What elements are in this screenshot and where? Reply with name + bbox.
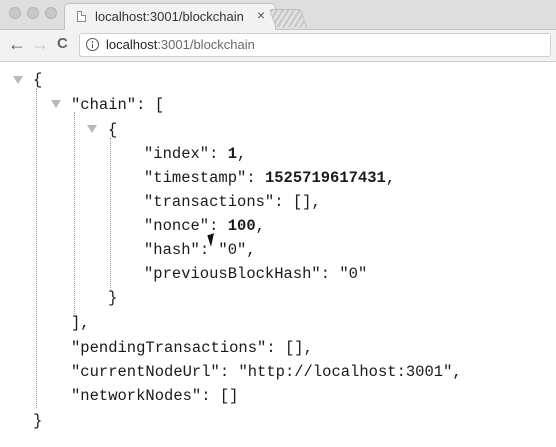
close-window-icon[interactable] <box>9 7 21 19</box>
minimize-window-icon[interactable] <box>27 7 39 19</box>
json-transactions-line: "transactions": [], <box>144 193 321 211</box>
value-current-node-url: "http://localhost:3001" <box>238 363 453 381</box>
json-viewer: { "chain": [ { "index": 1, "timestamp": … <box>0 62 556 447</box>
url-path: :3001/blockchain <box>157 37 255 52</box>
json-previous-hash-line: "previousBlockHash": "0" <box>144 265 368 283</box>
json-block-close: } <box>108 289 118 307</box>
key-timestamp: "timestamp" <box>144 169 247 187</box>
toolbar: ← → C localhost:3001/blockchain <box>0 30 556 62</box>
key-index: "index" <box>144 145 210 163</box>
triangle-down-icon[interactable] <box>51 100 61 108</box>
key-chain: "chain" <box>71 96 137 114</box>
value-network-nodes: [] <box>219 387 239 405</box>
forward-button[interactable]: → <box>31 33 49 55</box>
value-pending-transactions: [] <box>284 339 304 357</box>
url-text[interactable]: localhost:3001/blockchain <box>106 37 255 52</box>
key-nonce: "nonce" <box>144 217 210 235</box>
key-current-node-url: "currentNodeUrl" <box>71 363 220 381</box>
key-transactions: "transactions" <box>144 193 275 211</box>
json-index-line: "index": 1, <box>144 145 247 163</box>
value-timestamp: 1525719617431 <box>264 169 386 187</box>
indent-guide <box>36 88 37 408</box>
reload-button[interactable]: C <box>57 33 68 55</box>
back-button[interactable]: ← <box>8 33 26 55</box>
address-bar[interactable]: localhost:3001/blockchain <box>79 33 551 57</box>
json-hash-line: "hash": "0", <box>144 241 256 259</box>
value-transactions: [] <box>292 193 312 211</box>
value-index: 1 <box>227 145 238 163</box>
page-icon <box>77 11 86 22</box>
json-block-open: { <box>108 121 118 139</box>
tab-strip: localhost:3001/blockchain × <box>0 0 556 30</box>
url-host: localhost <box>106 37 158 52</box>
value-nonce: 100 <box>227 217 256 235</box>
tab-active[interactable]: localhost:3001/blockchain × <box>64 3 276 30</box>
triangle-down-icon[interactable] <box>87 125 97 133</box>
json-timestamp-line: "timestamp": 1525719617431, <box>144 169 396 187</box>
value-previous-block-hash: "0" <box>339 265 368 283</box>
json-open-root: { <box>33 71 43 89</box>
json-network-nodes-line: "networkNodes": [] <box>71 387 239 405</box>
key-pending-transactions: "pendingTransactions" <box>71 339 267 357</box>
triangle-down-icon[interactable] <box>13 76 23 84</box>
json-pending-line: "pendingTransactions": [], <box>71 339 313 357</box>
json-close-root: } <box>33 412 43 430</box>
tab-close-icon[interactable]: × <box>257 7 265 23</box>
new-tab-button[interactable] <box>268 9 308 27</box>
key-hash: "hash" <box>144 241 200 259</box>
zoom-window-icon[interactable] <box>45 7 57 19</box>
json-chain-close: ], <box>71 314 90 332</box>
indent-guide <box>74 112 75 314</box>
json-nonce-line: "nonce": 100, <box>144 217 265 235</box>
key-previous-block-hash: "previousBlockHash" <box>144 265 321 283</box>
json-current-node-line: "currentNodeUrl": "http://localhost:3001… <box>71 363 462 381</box>
value-hash: "0" <box>218 241 247 259</box>
key-network-nodes: "networkNodes" <box>71 387 202 405</box>
json-chain-line: "chain": [ <box>71 96 165 114</box>
indent-guide <box>110 138 111 290</box>
info-icon[interactable] <box>86 38 99 51</box>
tab-title: localhost:3001/blockchain <box>95 9 244 24</box>
